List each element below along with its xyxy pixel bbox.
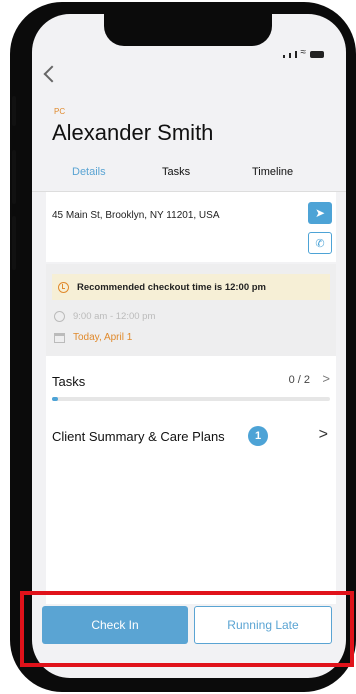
client-type: PC bbox=[54, 107, 66, 116]
chevron-right-icon: > bbox=[318, 426, 328, 443]
page-title: Alexander Smith bbox=[52, 120, 214, 145]
tasks-label: Tasks bbox=[52, 374, 86, 389]
signal-bar bbox=[288, 53, 291, 58]
mute-switch bbox=[12, 96, 16, 126]
clock-icon bbox=[54, 311, 65, 322]
tasks-progress-bar bbox=[52, 397, 330, 401]
tab-tasks[interactable]: Tasks bbox=[162, 166, 190, 178]
checkout-notice: Recommended checkout time is 12:00 pm bbox=[77, 281, 267, 293]
back-icon[interactable] bbox=[43, 65, 61, 83]
volume-down-button bbox=[12, 216, 16, 270]
alarm-clock-icon bbox=[58, 281, 69, 293]
tab-details[interactable]: Details bbox=[72, 166, 106, 178]
wifi-icon: ≈ bbox=[300, 47, 307, 58]
visit-time: 9:00 am - 12:00 pm bbox=[73, 311, 156, 322]
battery-icon bbox=[310, 51, 324, 58]
checkout-banner: Recommended checkout time is 12:00 pm bbox=[52, 274, 330, 300]
care-plans-label: Client Summary & Care Plans bbox=[52, 429, 225, 444]
visit-time-row: 9:00 am - 12:00 pm bbox=[54, 311, 155, 322]
call-button[interactable]: ✆ bbox=[308, 232, 332, 254]
navigation-arrow-icon: ➤ bbox=[314, 206, 326, 220]
status-bar: ≈ bbox=[282, 47, 324, 58]
chevron-right-icon: > bbox=[322, 371, 330, 386]
navigate-button[interactable]: ➤ bbox=[308, 202, 332, 224]
care-plans-badge: 1 bbox=[248, 426, 268, 446]
app-screen: ≈ PC Alexander Smith Details Tasks Timel… bbox=[32, 14, 346, 678]
visit-date: Today, April 1 bbox=[73, 332, 133, 343]
care-plans-row[interactable]: Client Summary & Care Plans 1 > bbox=[46, 412, 336, 464]
tab-bar: Details Tasks Timeline bbox=[32, 164, 346, 192]
tasks-count: 0 / 2 bbox=[288, 374, 310, 386]
device-notch bbox=[104, 14, 272, 46]
address-text: 45 Main St, Brooklyn, NY 11201, USA bbox=[52, 210, 220, 221]
tasks-progress-fill bbox=[52, 397, 58, 401]
signal-bar bbox=[282, 55, 285, 58]
visit-date-row: Today, April 1 bbox=[54, 332, 132, 343]
content-area bbox=[46, 464, 336, 604]
tab-timeline[interactable]: Timeline bbox=[252, 166, 293, 178]
phone-call-icon: ✆ bbox=[315, 237, 325, 250]
running-late-button[interactable]: Running Late bbox=[194, 606, 332, 644]
visit-card: Recommended checkout time is 12:00 pm 9:… bbox=[46, 264, 336, 356]
calendar-icon bbox=[54, 332, 65, 343]
tasks-row[interactable]: Tasks 0 / 2 > bbox=[46, 356, 336, 412]
check-in-button[interactable]: Check In bbox=[42, 606, 188, 644]
signal-bar bbox=[294, 51, 297, 58]
address-card: 45 Main St, Brooklyn, NY 11201, USA ➤ ✆ bbox=[46, 192, 336, 262]
volume-up-button bbox=[12, 150, 16, 204]
